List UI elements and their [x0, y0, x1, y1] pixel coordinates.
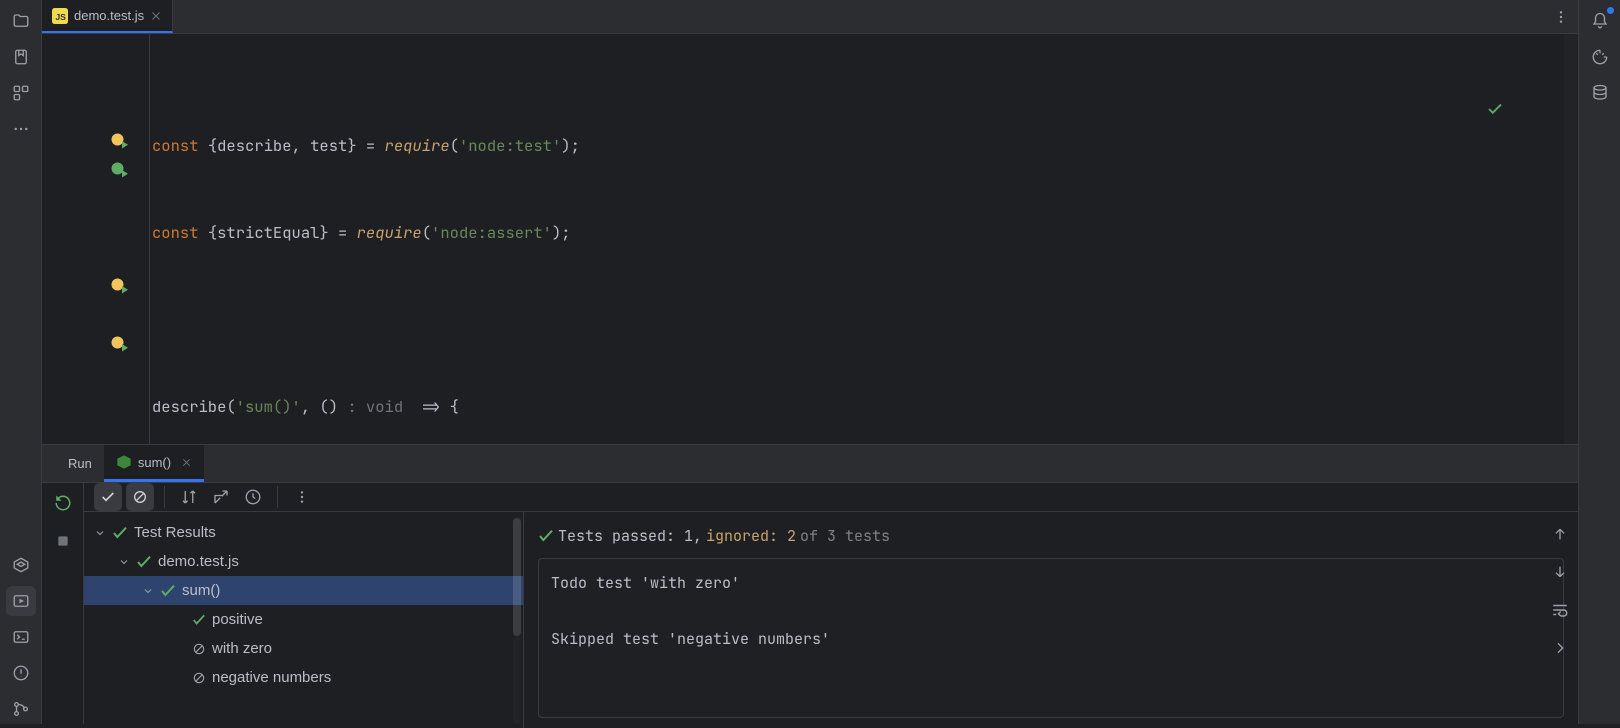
- terminal-icon[interactable]: [6, 622, 36, 652]
- stop-icon[interactable]: [49, 527, 77, 555]
- project-icon[interactable]: [6, 6, 36, 36]
- tree-root[interactable]: Test Results: [84, 518, 523, 547]
- run-tabs: Run sum(): [42, 445, 1578, 483]
- run-panel: Run sum(): [42, 444, 1578, 724]
- editor-scrollbar[interactable]: [1564, 34, 1578, 444]
- console-line: Skipped test 'negative numbers': [551, 625, 1551, 653]
- right-toolstrip: [1578, 0, 1620, 724]
- run-toolwindow-icon[interactable]: [6, 586, 36, 616]
- history-icon[interactable]: [239, 483, 267, 511]
- tab-filename: demo.test.js: [74, 8, 144, 23]
- tree-suite[interactable]: sum(): [84, 576, 523, 605]
- inspection-ok-icon[interactable]: [1486, 42, 1560, 176]
- run-gutter-icon[interactable]: [110, 335, 128, 353]
- sort-icon[interactable]: [175, 483, 203, 511]
- tree-test[interactable]: positive: [84, 605, 523, 634]
- chevron-down-icon: [142, 585, 154, 597]
- editor-gutter[interactable]: [42, 34, 150, 444]
- services-icon[interactable]: [6, 550, 36, 580]
- tree-scrollbar[interactable]: [513, 516, 521, 724]
- run-tab-config[interactable]: sum(): [104, 445, 204, 482]
- js-file-icon: JS: [52, 8, 68, 24]
- svg-text:JS: JS: [55, 12, 66, 22]
- test-toolbar: [84, 483, 1578, 512]
- show-ignored-icon[interactable]: [126, 483, 154, 511]
- ignored-icon: [192, 642, 206, 656]
- chevron-right-icon[interactable]: [1546, 634, 1574, 662]
- database-icon[interactable]: [1585, 78, 1615, 108]
- ai-icon[interactable]: [1585, 42, 1615, 72]
- vcs-icon[interactable]: [6, 694, 36, 724]
- tree-test[interactable]: negative numbers: [84, 663, 523, 692]
- tree-test[interactable]: with zero: [84, 634, 523, 663]
- chevron-down-icon: [94, 527, 106, 539]
- pass-icon: [160, 583, 176, 599]
- pass-icon: [136, 554, 152, 570]
- editor-tab[interactable]: JS demo.test.js: [42, 0, 173, 33]
- run-tab-run[interactable]: Run: [56, 445, 104, 482]
- editor-tabbar: JS demo.test.js: [42, 0, 1578, 34]
- rerun-icon[interactable]: [49, 489, 77, 517]
- code-area[interactable]: const {describe, test} = require('node:t…: [150, 34, 1578, 444]
- editor[interactable]: const {describe, test} = require('node:t…: [42, 34, 1578, 444]
- test-tree[interactable]: Test Results demo.test.js sum(): [84, 512, 524, 728]
- test-console[interactable]: Tests passed: 1, ignored: 2 of 3 tests T…: [524, 512, 1578, 728]
- test-summary: Tests passed: 1, ignored: 2 of 3 tests: [538, 522, 1564, 556]
- pass-icon: [112, 525, 128, 541]
- bookmark-icon[interactable]: [6, 42, 36, 72]
- nodejs-icon: [116, 454, 132, 470]
- problems-icon[interactable]: [6, 658, 36, 688]
- console-line: Todo test 'with zero': [551, 569, 1551, 597]
- ignored-icon: [192, 671, 206, 685]
- pass-icon: [538, 528, 554, 544]
- run-tab-close-icon[interactable]: [181, 457, 192, 468]
- chevron-down-icon: [118, 556, 130, 568]
- pass-icon: [192, 613, 206, 627]
- run-gutter-icon[interactable]: [110, 277, 128, 295]
- console-output[interactable]: Todo test 'with zero' Skipped test 'nega…: [538, 558, 1564, 718]
- notifications-icon[interactable]: [1585, 6, 1615, 36]
- left-toolstrip: [0, 0, 42, 724]
- down-icon[interactable]: [1546, 558, 1574, 586]
- console-side-toolbar: [1546, 520, 1574, 662]
- tree-file[interactable]: demo.test.js: [84, 547, 523, 576]
- tab-close-icon[interactable]: [150, 10, 162, 22]
- run-side-toolbar: [42, 483, 84, 724]
- main-area: JS demo.test.js: [42, 0, 1578, 724]
- run-gutter-icon[interactable]: [110, 161, 128, 179]
- run-gutter-icon[interactable]: [110, 132, 128, 150]
- expand-icon[interactable]: [207, 483, 235, 511]
- more-icon[interactable]: [6, 114, 36, 144]
- softwrap-icon[interactable]: [1546, 596, 1574, 624]
- up-icon[interactable]: [1546, 520, 1574, 548]
- show-passed-icon[interactable]: [94, 483, 122, 511]
- structure-icon[interactable]: [6, 78, 36, 108]
- toolbar-more-icon[interactable]: [288, 483, 316, 511]
- tab-options-icon[interactable]: [1544, 0, 1578, 33]
